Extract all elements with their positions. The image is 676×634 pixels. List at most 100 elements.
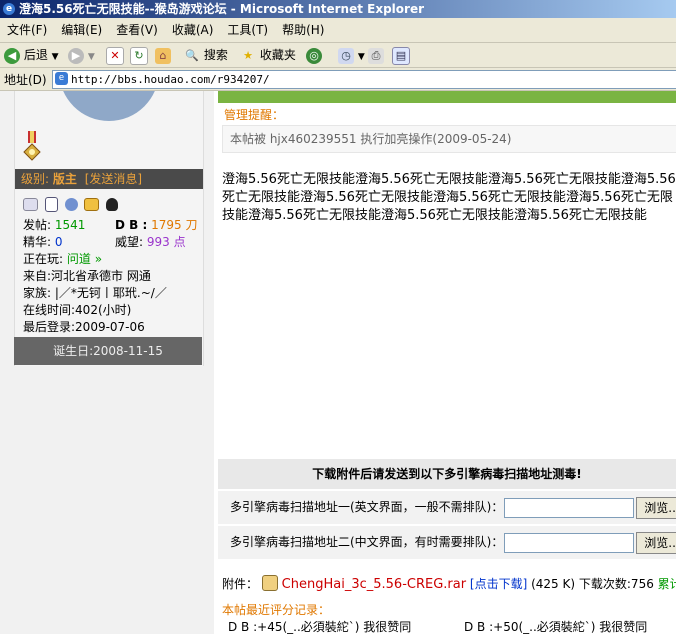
prestige-label: 威望: [115,235,144,249]
user-from: 来自:河北省承德市 网通 [23,269,151,283]
search-label: 搜索 [203,48,228,62]
edit-button[interactable]: ▤ [392,45,410,65]
stop-button[interactable]: ✕ [106,45,124,65]
stop-icon: ✕ [106,46,124,65]
level-label: 级别: [21,172,50,186]
history-button[interactable]: ◷ ▼ [338,45,365,65]
rating-item-2: D B :+50(_..必須裝紽`) 我很赞同 [464,620,648,634]
scan-row-2: 多引擎病毒扫描地址二(中文界面，有时需要排队)： 浏览... [218,526,676,559]
attachment-row: 附件： ChengHai_3c_5.56-CREG.rar [点击下载] (42… [222,575,676,592]
page-icon: e [55,72,68,85]
level-bar: 级别: 版主 [发送消息] [15,169,203,189]
download-count: 下载次数:756 [578,577,654,591]
document-icon[interactable] [44,197,58,212]
address-label: 地址(D) [4,73,47,87]
back-arrow-icon: ◀ [4,47,20,64]
send-message-link[interactable]: [发送消息] [85,172,142,186]
level-value: 版主 [52,172,77,186]
back-label: 后退 [23,48,48,62]
profile-icon[interactable] [23,198,38,211]
forward-dropdown-icon[interactable]: ▼ [88,52,95,62]
message-icon[interactable] [84,198,100,211]
attachment-size: (425 K) [531,577,576,591]
print-icon: ⎙ [368,47,384,64]
user-clan: 家族: |／*无钶丨耶玳.~/／ [23,286,167,300]
edit-page-icon: ▤ [392,46,410,65]
browse-button-1[interactable]: 浏览... [636,497,676,519]
posts-label: 发帖: [23,218,52,232]
back-dropdown-icon[interactable]: ▼ [52,52,59,62]
stat-posts: 发帖: 1541 [23,217,85,234]
scan-label-1: 多引擎病毒扫描地址一(英文界面，一般不需排队)： [230,500,504,514]
elite-label: 精华: [23,235,52,249]
rar-file-icon [261,575,278,591]
menu-tools[interactable]: 工具(T) [220,18,275,42]
prestige-value: 993 点 [146,235,186,249]
scan-row-1: 多引擎病毒扫描地址一(英文界面，一般不需排队)： 浏览... [218,491,676,524]
playing-link[interactable]: 问道 » [67,252,102,266]
favorites-label: 收藏夹 [259,48,296,62]
menu-favorites[interactable]: 收藏(A) [165,18,221,42]
post-body: 澄海5.56死亡无限技能澄海5.56死亡无限技能澄海5.56死亡无限技能澄海5.… [222,172,676,223]
user-last-login: 最后登录:2009-07-06 [23,320,145,334]
scan-file-input-1[interactable] [504,498,634,518]
medal-icon [23,131,41,161]
user-panel: 级别: 版主 [发送消息] 发帖: 1541 D B : 1795 刀 精华: … [14,91,204,366]
stat-elite: 精华: 0 [23,234,63,251]
media-button[interactable]: ◎ [306,45,322,65]
banner-image [218,91,676,103]
menu-edit[interactable]: 编辑(E) [54,18,109,42]
menu-bar: 文件(F) 编辑(E) 查看(V) 收藏(A) 工具(T) 帮助(H) [0,18,676,43]
scan-label-2: 多引擎病毒扫描地址二(中文界面，有时需要排队)： [230,535,504,549]
rating-title: 本帖最近评分记录： [222,603,331,617]
forward-arrow-icon: ▶ [68,47,84,64]
admin-notice: 本帖被 hjx460239551 执行加亮操作(2009-05-24) [222,125,676,153]
favorites-button[interactable]: ★ 收藏夹 [240,45,296,65]
qq-penguin-icon[interactable] [106,198,119,211]
toolbar: ◀ 后退 ▼ ▶ ▼ ✕ ↻ ⌂ 🔍 搜索 ★ 收藏夹 ◎ ◷ ▼ ⎙ ▤ [0,43,676,68]
browse-button-2[interactable]: 浏览... [636,532,676,554]
posts-value: 1541 [54,218,86,232]
click-download-link[interactable]: [点击下载] [470,577,527,591]
window-title: 澄海5.56死亡无限技能--猴岛游戏论坛 - Microsoft Interne… [19,2,425,16]
attachment-label: 附件： [222,577,259,591]
menu-file[interactable]: 文件(F) [0,18,54,42]
forward-button[interactable]: ▶ ▼ [68,45,95,65]
address-input[interactable]: e http://bbs.houdao.com/r934207/ [52,70,676,89]
avatar [59,91,159,121]
window-title-bar: e 澄海5.56死亡无限技能--猴岛游戏论坛 - Microsoft Intern… [0,0,676,18]
address-url: http://bbs.houdao.com/r934207/ [71,73,270,86]
db-label: D B : [115,218,148,232]
favorites-star-icon: ★ [243,48,253,62]
back-button[interactable]: ◀ 后退 ▼ [4,45,59,65]
search-icon: 🔍 [185,48,199,62]
rating-item-1: D B :+45(_..必須裝紽`) 我很赞同 [228,620,412,634]
history-dropdown-icon[interactable]: ▼ [358,52,365,62]
refresh-icon: ↻ [130,46,148,65]
playing-label: 正在玩: [23,252,64,266]
db-value: 1795 刀 [151,218,198,232]
attachment-filename-link[interactable]: ChengHai_3c_5.56-CREG.rar [282,577,466,592]
admin-notice-text: 本帖被 hjx460239551 执行加亮操作(2009-05-24) [230,132,512,146]
home-button[interactable]: ⌂ [155,45,171,65]
menu-help[interactable]: 帮助(H) [275,18,331,42]
download-heading: 下载附件后请发送到以下多引擎病毒扫描地址测毒! [218,459,676,489]
refresh-button[interactable]: ↻ [130,45,148,65]
history-icon: ◷ [338,47,354,64]
scan-file-input-2[interactable] [504,533,634,553]
elite-value: 0 [54,235,63,249]
menu-view[interactable]: 查看(V) [109,18,165,42]
cumulative-download-link[interactable]: 累计下载 [658,577,676,591]
admin-notice-label: 管理提醒： [224,108,285,122]
user-action-icons [23,197,119,212]
media-icon: ◎ [306,47,322,64]
home-icon: ⌂ [155,47,171,64]
add-friend-icon[interactable] [64,198,78,211]
now-playing: 正在玩: 问道 » [23,251,102,268]
user-online-time: 在线时间:402(小时) [23,303,132,317]
birthday-bar: 诞生日:2008-11-15 [14,337,202,365]
stat-prestige: 威望: 993 点 [115,234,186,251]
print-button[interactable]: ⎙ [368,45,384,65]
search-button[interactable]: 🔍 搜索 [184,45,228,65]
stat-db: D B : 1795 刀 [115,217,197,234]
